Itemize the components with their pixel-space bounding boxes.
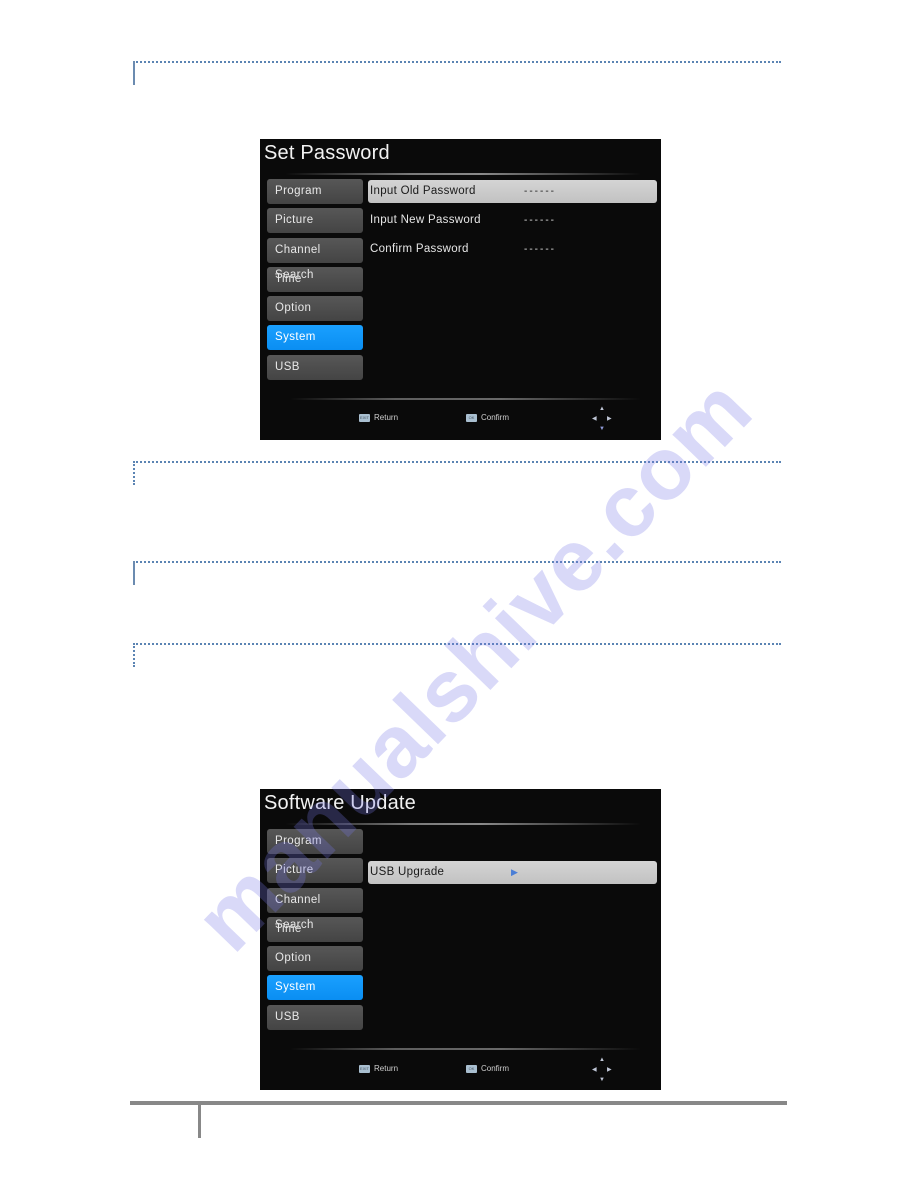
page-footer-tick bbox=[198, 1104, 201, 1138]
return-label: Return bbox=[374, 413, 399, 422]
section-tick-3 bbox=[133, 561, 135, 585]
confirm-hint[interactable]: OK Confirm bbox=[466, 413, 509, 422]
arrow-left-icon: ◀ bbox=[592, 416, 597, 422]
dpad-icon: ▲ ◀ ▶ ▼ bbox=[591, 1057, 613, 1083]
menu-item-picture[interactable]: Picture bbox=[267, 858, 363, 884]
confirm-label: Confirm bbox=[481, 413, 510, 422]
arrow-down-icon: ▼ bbox=[599, 426, 605, 432]
menu-item-usb[interactable]: USB bbox=[267, 354, 363, 380]
return-hint[interactable]: EXIT Return bbox=[359, 1064, 398, 1073]
return-hint[interactable]: EXIT Return bbox=[359, 413, 398, 422]
screen-title: Software Update bbox=[264, 792, 416, 814]
footer-divider bbox=[290, 1048, 641, 1050]
menu-item-channel-search[interactable]: Channel Search bbox=[267, 887, 363, 931]
arrow-left-icon: ◀ bbox=[592, 1067, 597, 1073]
arrow-down-icon: ▼ bbox=[599, 1077, 605, 1083]
section-rule-2 bbox=[133, 461, 781, 463]
menu-item-time[interactable]: Time bbox=[267, 266, 363, 292]
row-label: Confirm Password bbox=[370, 243, 469, 255]
settings-list: Input Old Password ------ Input New Pass… bbox=[368, 180, 657, 267]
dpad-icon: ▲ ◀ ▶ ▼ bbox=[591, 406, 613, 432]
screen-title: Set Password bbox=[264, 142, 390, 164]
exit-key-icon: EXIT bbox=[359, 1064, 370, 1073]
return-label: Return bbox=[374, 1064, 399, 1073]
row-label: Input New Password bbox=[370, 214, 481, 226]
arrow-up-icon: ▲ bbox=[599, 406, 605, 412]
section-rule-4 bbox=[133, 643, 781, 645]
confirm-hint[interactable]: OK Confirm bbox=[466, 1064, 509, 1073]
menu-item-option[interactable]: Option bbox=[267, 296, 363, 322]
section-tick-1 bbox=[133, 61, 135, 85]
arrow-right-icon: ▶ bbox=[607, 416, 612, 422]
title-divider bbox=[285, 173, 641, 175]
section-rule-3 bbox=[133, 561, 781, 563]
section-tick-4 bbox=[133, 643, 135, 667]
section-rule-1 bbox=[133, 61, 781, 63]
password-field[interactable]: ------ bbox=[524, 209, 556, 232]
ok-key-icon: OK bbox=[466, 1064, 477, 1073]
footer-divider bbox=[290, 398, 641, 400]
key-hints: EXIT Return OK Confirm ▲ ◀ ▶ ▼ bbox=[260, 1057, 661, 1083]
page-footer-rule bbox=[130, 1101, 787, 1105]
chevron-right-icon: ▶ bbox=[511, 867, 519, 877]
side-menu: Program Picture Channel Search Time Opti… bbox=[267, 179, 363, 384]
arrow-right-icon: ▶ bbox=[607, 1067, 612, 1073]
menu-item-time[interactable]: Time bbox=[267, 916, 363, 942]
row-usb-upgrade[interactable]: USB Upgrade ▶ bbox=[368, 861, 657, 884]
row-input-old-password[interactable]: Input Old Password ------ bbox=[368, 180, 657, 203]
row-input-new-password[interactable]: Input New Password ------ bbox=[368, 209, 657, 232]
menu-item-usb[interactable]: USB bbox=[267, 1004, 363, 1030]
menu-item-system[interactable]: System bbox=[267, 975, 363, 1001]
row-label: Input Old Password bbox=[370, 185, 476, 197]
title-divider bbox=[285, 823, 641, 825]
settings-list: USB Upgrade ▶ bbox=[368, 861, 657, 890]
key-hints: EXIT Return OK Confirm ▲ ◀ ▶ ▼ bbox=[260, 406, 661, 432]
ok-key-icon: OK bbox=[466, 413, 477, 422]
menu-item-picture[interactable]: Picture bbox=[267, 208, 363, 234]
menu-item-program[interactable]: Program bbox=[267, 829, 363, 854]
menu-item-option[interactable]: Option bbox=[267, 946, 363, 972]
row-confirm-password[interactable]: Confirm Password ------ bbox=[368, 238, 657, 261]
exit-key-icon: EXIT bbox=[359, 413, 370, 422]
row-label: USB Upgrade bbox=[370, 866, 445, 878]
menu-item-channel-search[interactable]: Channel Search bbox=[267, 237, 363, 281]
set-password-screen: Set Password Program Picture Channel Sea… bbox=[260, 139, 661, 440]
menu-item-system[interactable]: System bbox=[267, 325, 363, 351]
password-field[interactable]: ------ bbox=[524, 180, 556, 203]
arrow-up-icon: ▲ bbox=[599, 1057, 605, 1063]
password-field[interactable]: ------ bbox=[524, 238, 556, 261]
software-update-screen: Software Update Program Picture Channel … bbox=[260, 789, 661, 1090]
side-menu: Program Picture Channel Search Time Opti… bbox=[267, 829, 363, 1034]
confirm-label: Confirm bbox=[481, 1064, 510, 1073]
section-tick-2 bbox=[133, 461, 135, 485]
menu-item-program[interactable]: Program bbox=[267, 179, 363, 204]
